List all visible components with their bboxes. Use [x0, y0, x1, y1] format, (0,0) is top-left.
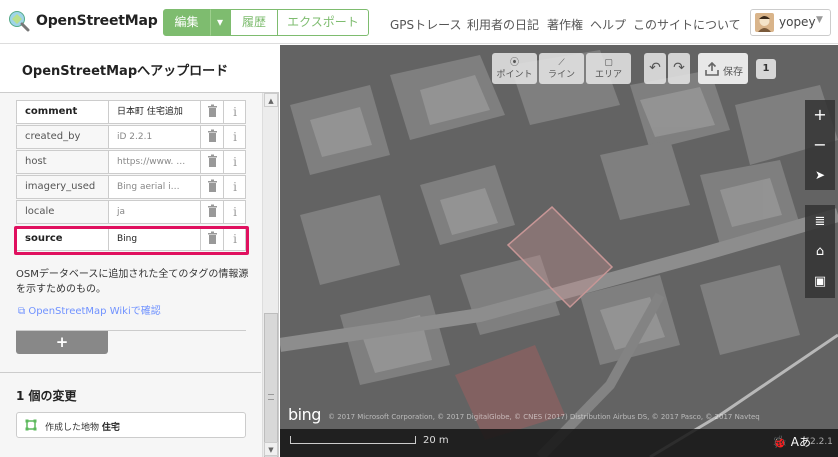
- tag-key-input[interactable]: comment: [17, 101, 109, 123]
- top-header: OpenStreetMap 編集 ▾ 履歴 エクスポート GPSトレース 利用者…: [0, 0, 838, 44]
- tag-description: OSMデータベースに追加された全てのタグの情報源を示すためのもの。: [16, 269, 249, 295]
- line-icon: ⟋: [558, 58, 565, 68]
- changes-title: 1 個の変更: [16, 389, 77, 403]
- edit-dropdown-button[interactable]: ▾: [210, 9, 230, 36]
- tag-row: comment 日本町 住宅追加 i: [16, 100, 246, 124]
- redo-icon[interactable]: ↷: [668, 53, 690, 84]
- trash-icon[interactable]: [201, 151, 224, 173]
- tag-key-input[interactable]: created_by: [17, 126, 109, 148]
- point-icon: ⦿: [509, 58, 519, 68]
- trash-icon[interactable]: [201, 101, 224, 123]
- scrollbar-thumb[interactable]: [264, 313, 278, 457]
- help-icon[interactable]: ▣: [805, 267, 835, 297]
- area-icon: [25, 419, 37, 431]
- edit-button[interactable]: 編集: [163, 9, 210, 36]
- tag-row: locale ja i: [16, 200, 246, 224]
- add-point-button[interactable]: ⦿ ポイント: [492, 53, 537, 84]
- brand-name[interactable]: OpenStreetMap: [36, 13, 158, 29]
- tag-value-input[interactable]: 日本町 住宅追加: [109, 101, 201, 123]
- change-item-label: 作成した地物 住宅: [45, 420, 120, 433]
- app-root: OpenStreetMap 編集 ▾ 履歴 エクスポート GPSトレース 利用者…: [0, 0, 838, 457]
- info-icon[interactable]: i: [224, 176, 246, 198]
- scale-label: 20 m: [423, 435, 449, 446]
- aerial-imagery: [280, 45, 838, 457]
- change-list-item[interactable]: 作成した地物 住宅: [16, 412, 246, 438]
- sidebar-header: OpenStreetMapへアップロード: [0, 45, 279, 93]
- export-button[interactable]: エクスポート: [277, 9, 369, 36]
- scroll-down-icon[interactable]: ▼: [264, 442, 278, 456]
- change-type: 作成した地物: [45, 423, 100, 433]
- trash-icon[interactable]: [201, 126, 224, 148]
- tag-key-input[interactable]: imagery_used: [17, 176, 109, 198]
- page-title: OpenStreetMapへアップロード: [21, 64, 229, 79]
- save-label: 保存: [723, 67, 743, 78]
- nav-link-about[interactable]: このサイトについて: [633, 16, 741, 33]
- upload-icon: [705, 62, 719, 76]
- map-data-icon[interactable]: ⌂: [805, 237, 835, 267]
- nav-link-user-diaries[interactable]: 利用者の日記: [467, 16, 539, 33]
- trash-icon[interactable]: [201, 201, 224, 223]
- info-icon[interactable]: i: [224, 101, 246, 123]
- map-canvas[interactable]: ⦿ ポイント ⟋ ライン ▢ エリア ↶ ↷ 保存 1 + − ➤ ≣ ⌂ ▣ …: [280, 45, 838, 457]
- bing-logo[interactable]: bing: [288, 405, 321, 424]
- save-count-badge: 1: [756, 59, 776, 79]
- tag-key-input[interactable]: locale: [17, 201, 109, 223]
- osm-logo-icon[interactable]: [8, 10, 30, 32]
- zoom-in-button[interactable]: +: [805, 100, 835, 130]
- add-point-label: ポイント: [496, 70, 533, 80]
- info-icon[interactable]: i: [224, 126, 246, 148]
- external-link-icon: ⧉: [18, 306, 29, 317]
- side-panel-controls: ≣ ⌂ ▣: [805, 205, 835, 298]
- chevron-down-icon: ▼: [816, 15, 823, 25]
- geolocate-icon[interactable]: ➤: [805, 160, 835, 190]
- avatar: [755, 13, 774, 32]
- scroll-up-icon[interactable]: ▲: [264, 93, 278, 107]
- divider: [0, 372, 261, 373]
- scrollbar[interactable]: ▲ ▼: [262, 93, 278, 457]
- highlight-box: [14, 226, 249, 255]
- grip-icon: [268, 394, 274, 400]
- tag-row: host https://www. … i: [16, 150, 246, 174]
- tag-row: created_by iD 2.2.1 i: [16, 125, 246, 149]
- add-tag-button[interactable]: +: [16, 331, 108, 354]
- tag-value-input[interactable]: ja: [109, 201, 201, 223]
- undo-icon[interactable]: ↶: [644, 53, 666, 84]
- info-icon[interactable]: i: [224, 201, 246, 223]
- history-button[interactable]: 履歴: [230, 9, 278, 36]
- add-line-label: ライン: [547, 70, 575, 80]
- zoom-controls: + − ➤: [805, 100, 835, 190]
- user-menu[interactable]: yopey ▼: [750, 9, 831, 36]
- wiki-link-label: OpenStreetMap Wikiで確認: [28, 306, 161, 317]
- scale-bar[interactable]: [290, 436, 416, 444]
- tag-value-input[interactable]: https://www. …: [109, 151, 201, 173]
- nav-link-gps-traces[interactable]: GPSトレース: [390, 16, 462, 33]
- add-line-button[interactable]: ⟋ ライン: [539, 53, 584, 84]
- tag-value-input[interactable]: iD 2.2.1: [109, 126, 201, 148]
- tag-row: imagery_used Bing aerial i… i: [16, 175, 246, 199]
- wiki-link[interactable]: ⧉ OpenStreetMap Wikiで確認: [18, 302, 161, 317]
- layers-icon[interactable]: ≣: [805, 207, 835, 237]
- add-area-label: エリア: [594, 70, 622, 80]
- change-feature-name: 住宅: [101, 423, 120, 433]
- nav-link-copyright[interactable]: 著作権: [547, 16, 583, 33]
- add-area-button[interactable]: ▢ エリア: [586, 53, 631, 84]
- tag-key-input[interactable]: host: [17, 151, 109, 173]
- version-label[interactable]: 2.2.1: [810, 437, 833, 447]
- info-icon[interactable]: i: [224, 151, 246, 173]
- trash-icon[interactable]: [201, 176, 224, 198]
- save-button[interactable]: 保存: [698, 53, 748, 84]
- map-footer: 20 m 🐞 Aあ 2.2.1: [280, 429, 838, 457]
- user-name: yopey: [779, 15, 816, 29]
- bug-report-icon[interactable]: 🐞 Aあ: [772, 433, 811, 450]
- nav-link-help[interactable]: ヘルプ: [590, 16, 626, 33]
- imagery-attribution[interactable]: © 2017 Microsoft Corporation, © 2017 Dig…: [328, 413, 760, 421]
- zoom-out-button[interactable]: −: [805, 130, 835, 160]
- tag-value-input[interactable]: Bing aerial i…: [109, 176, 201, 198]
- area-icon: ▢: [604, 58, 613, 68]
- sidebar: OpenStreetMapへアップロード comment 日本町 住宅追加 i …: [0, 45, 279, 457]
